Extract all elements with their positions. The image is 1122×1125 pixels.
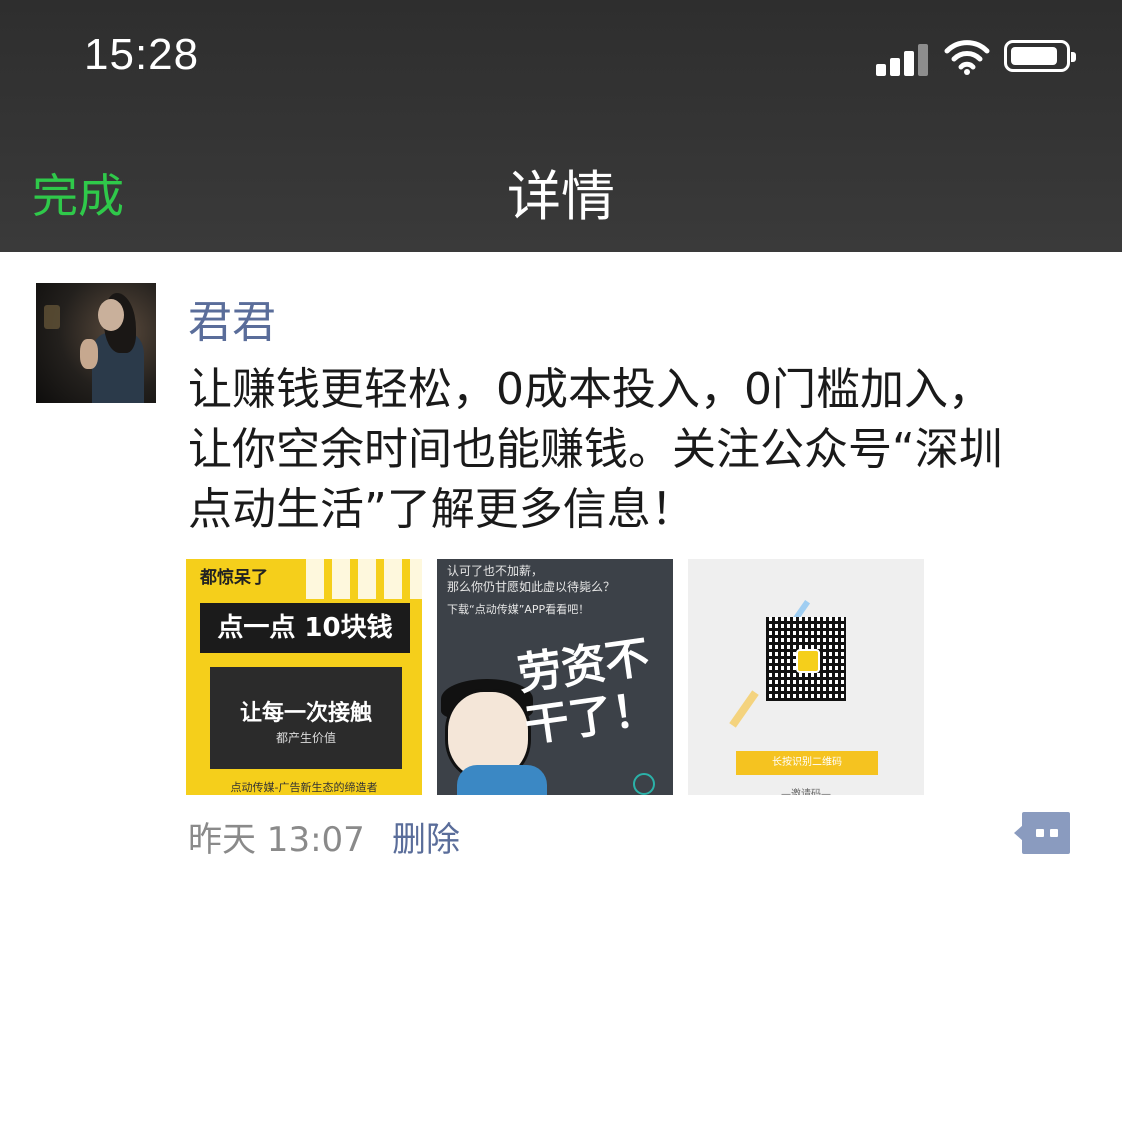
comment-icon[interactable] <box>1014 812 1070 854</box>
post-image-2[interactable]: 认可了也不加薪， 那么你仍甘愿如此虚以待毙么？ 下载“点动传媒”APP看看吧！ … <box>437 559 673 795</box>
image-footer: 点动传媒-广告新生态的缔造者 <box>230 781 378 794</box>
image-box-title: 让每一次接触 <box>239 701 372 726</box>
post-timestamp: 昨天 13:07 <box>188 820 365 860</box>
wifi-icon <box>944 40 990 75</box>
post-image-1[interactable]: 都惊呆了 点一点 10块钱 让每一次接触 都产生价值 点动传媒-广告新生态的缔造… <box>186 559 422 795</box>
delete-button[interactable]: 删除 <box>392 812 460 861</box>
status-time: 15:28 <box>84 30 200 79</box>
avatar[interactable] <box>36 283 156 403</box>
image-box-sub: 都产生价值 <box>275 731 336 745</box>
post-text: 让赚钱更轻松，0成本投入，0门槛加入， 让你空余时间也能赚钱。关注公众号“深圳 … <box>188 360 1098 540</box>
post-image-3[interactable]: 长按识别二维码 —邀请码— <box>688 559 924 795</box>
page-title: 详情 <box>507 165 615 228</box>
signal-icon <box>876 42 930 76</box>
image-button: 长按识别二维码 <box>736 751 878 775</box>
image-line: 下载“点动传媒”APP看看吧！ <box>447 603 590 616</box>
post-text-line: 点动生活”了解更多信息！ <box>188 484 695 535</box>
image-under-text: —邀请码— <box>781 789 831 795</box>
image-headline: 点一点 10块钱 <box>200 603 410 653</box>
image-tag: 都惊呆了 <box>200 568 268 588</box>
image-line: 那么你仍甘愿如此虚以待毙么？ <box>447 580 616 594</box>
post-text-line: 让赚钱更轻松，0成本投入，0门槛加入， <box>188 364 992 415</box>
image-big-text: 劳资不干了！ <box>514 631 660 753</box>
author-name[interactable]: 君君 <box>188 286 276 350</box>
post-text-line: 让你空余时间也能赚钱。关注公众号“深圳 <box>188 424 1003 475</box>
qr-code-icon <box>766 617 846 701</box>
battery-icon <box>1004 40 1076 72</box>
image-line: 认可了也不加薪， <box>447 564 544 578</box>
image-box: 让每一次接触 都产生价值 <box>210 667 402 769</box>
top-bar: 15:28 完成 详情 <box>0 0 1122 252</box>
